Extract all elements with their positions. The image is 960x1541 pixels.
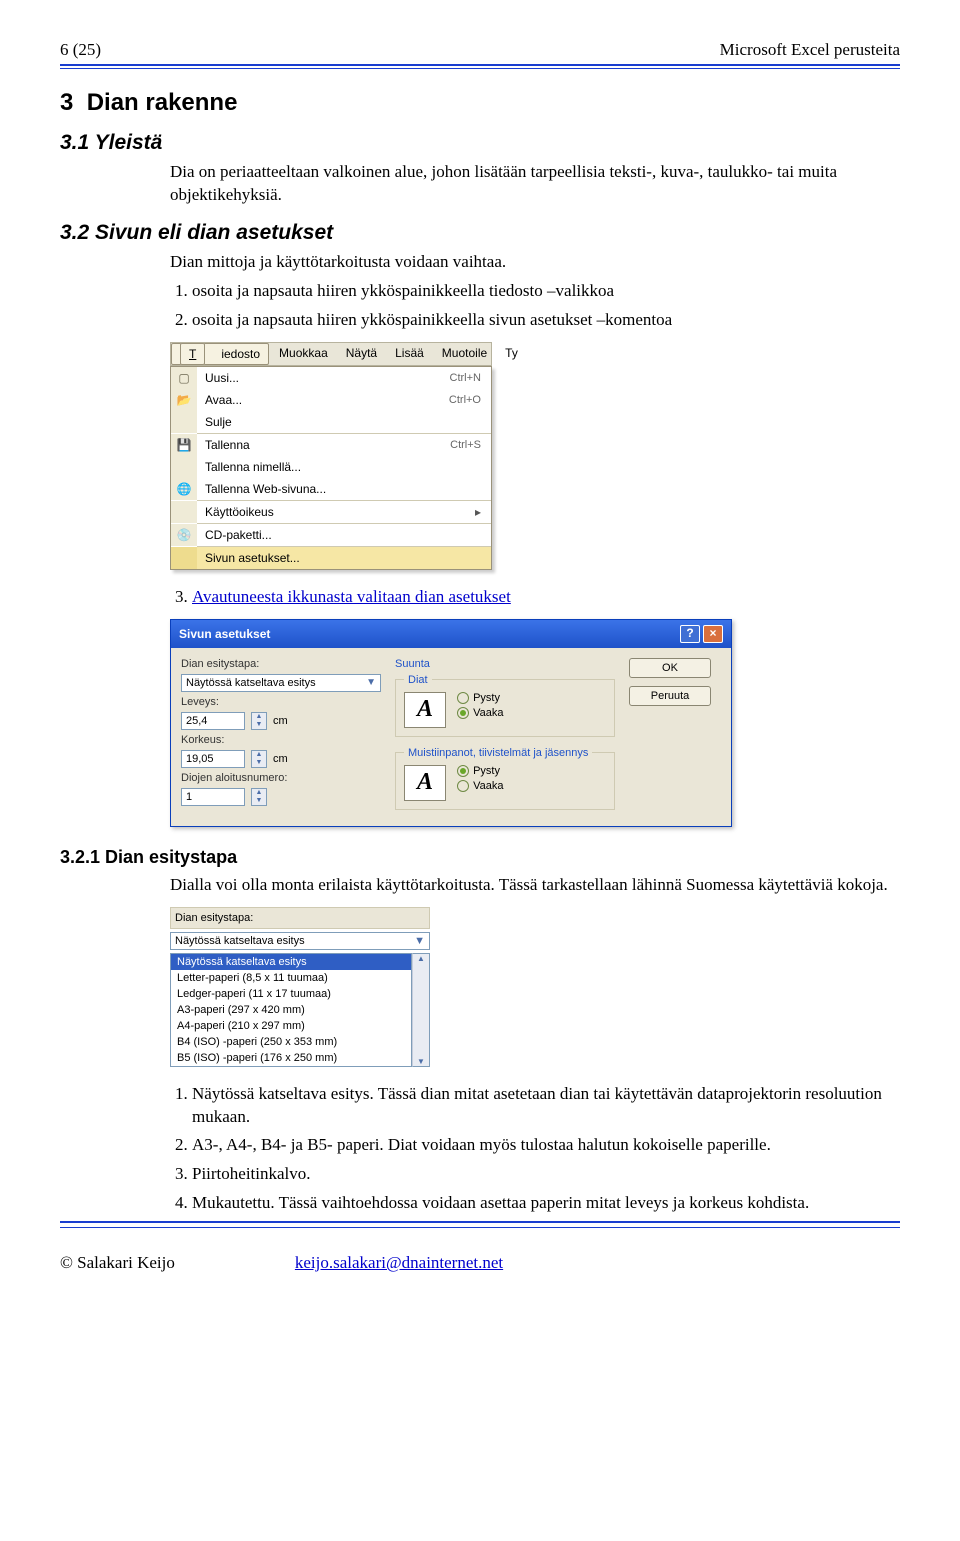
step-3: Avautuneesta ikkunasta valitaan dian ase…: [192, 586, 900, 609]
cd-icon: 💿: [171, 524, 197, 546]
new-doc-icon: ▢: [171, 367, 197, 389]
diat-vaaka-radio[interactable]: Vaaka: [457, 707, 503, 719]
blank-icon: [171, 547, 197, 569]
paragraph: Dialla voi olla monta erilaista käyttöta…: [170, 874, 900, 897]
aloitusnumero-input[interactable]: 1: [181, 788, 245, 806]
muisti-fieldset: Muistiinpanot, tiivistelmät ja jäsennys …: [395, 747, 615, 810]
footer-email-link[interactable]: keijo.salakari@dnainternet.net: [295, 1253, 503, 1273]
esitystapa-label: Dian esitystapa:: [170, 907, 430, 929]
cancel-button[interactable]: Peruuta: [629, 686, 711, 706]
suunta-label: Suunta: [395, 658, 615, 670]
subsection-3-2: 3.2 Sivun eli dian asetukset: [60, 221, 900, 245]
list-item[interactable]: B5 (ISO) -paperi (176 x 250 mm): [171, 1050, 411, 1066]
menu-item-avaa[interactable]: 📂 Avaa... Ctrl+O: [171, 389, 491, 411]
menu-item-sivun-asetukset[interactable]: Sivun asetukset...: [171, 547, 491, 569]
paragraph: Dia on periaatteeltaan valkoinen alue, j…: [170, 161, 900, 207]
leveys-spinner[interactable]: ▲▼: [251, 712, 267, 730]
menu-item-kayttooikeus[interactable]: Käyttöoikeus ▸: [171, 501, 491, 523]
chevron-down-icon: ▼: [366, 677, 376, 688]
menu-nayta[interactable]: Näytä: [338, 343, 385, 365]
aloitusnumero-spinner[interactable]: ▲▼: [251, 788, 267, 806]
menu-muotoile[interactable]: Muotoile: [434, 343, 495, 365]
list-item-4: Mukautettu. Tässä vaihtoehdossa voidaan …: [192, 1192, 900, 1215]
list-item[interactable]: A3-paperi (297 x 420 mm): [171, 1002, 411, 1018]
muisti-legend: Muistiinpanot, tiivistelmät ja jäsennys: [404, 747, 592, 759]
list-item[interactable]: Näytössä katseltava esitys: [171, 954, 411, 970]
esitystapa-label: Dian esitystapa:: [181, 658, 381, 670]
esitystapa-combo[interactable]: Näytössä katseltava esitys ▼: [181, 674, 381, 692]
file-menu-screenshot: Tiedosto Muokkaa Näytä Lisää Muotoile Ty…: [170, 342, 900, 570]
subsubsection-3-2-1: 3.2.1 Dian esitystapa: [60, 847, 900, 868]
open-icon: 📂: [171, 389, 197, 411]
esitystapa-selected[interactable]: Näytössä katseltava esitys ▼: [170, 932, 430, 950]
close-button[interactable]: ×: [703, 625, 723, 643]
aloitusnumero-label: Diojen aloitusnumero:: [181, 772, 381, 784]
footer-copyright: © Salakari Keijo: [60, 1253, 175, 1273]
page-setup-dialog: Sivun asetukset ? × Dian esitystapa: Näy…: [170, 619, 732, 827]
list-item[interactable]: Letter-paperi (8,5 x 11 tuumaa): [171, 970, 411, 986]
help-button[interactable]: ?: [680, 625, 700, 643]
list-item-1: Näytössä katseltava esitys. Tässä dian m…: [192, 1083, 900, 1129]
menu-item-uusi[interactable]: ▢ Uusi... Ctrl+N: [171, 367, 491, 389]
step-1: osoita ja napsauta hiiren ykköspainikkee…: [192, 280, 900, 303]
paragraph: Dian mittoja ja käyttötarkoitusta voidaa…: [170, 251, 900, 274]
menu-bar: Tiedosto Muokkaa Näytä Lisää Muotoile Ty: [170, 342, 492, 366]
step-3-link[interactable]: Avautuneesta ikkunasta valitaan dian ase…: [192, 587, 511, 606]
save-icon: 💾: [171, 434, 197, 456]
list-item-3: Piirtoheitinkalvo.: [192, 1163, 900, 1186]
scroll-down-icon: ▼: [417, 1057, 425, 1066]
menu-item-sulje[interactable]: Sulje: [171, 411, 491, 433]
diat-legend: Diat: [404, 674, 432, 686]
list-item[interactable]: A4-paperi (210 x 297 mm): [171, 1018, 411, 1034]
step-2: osoita ja napsauta hiiren ykköspainikkee…: [192, 309, 900, 332]
list-item-2: A3-, A4-, B4- ja B5- paperi. Diat voidaa…: [192, 1134, 900, 1157]
blank-icon: [171, 501, 197, 523]
orientation-preview-icon: A: [404, 692, 446, 728]
footer-rule-thin: [60, 1227, 900, 1228]
menu-tyokalut[interactable]: Ty: [497, 343, 526, 365]
list-item[interactable]: Ledger-paperi (11 x 17 tuumaa): [171, 986, 411, 1002]
list-item[interactable]: B4 (ISO) -paperi (250 x 353 mm): [171, 1034, 411, 1050]
menu-item-tallenna[interactable]: 💾 Tallenna Ctrl+S: [171, 434, 491, 456]
orientation-preview-icon: A: [404, 765, 446, 801]
unit-label: cm: [273, 753, 288, 765]
dialog-titlebar: Sivun asetukset ? ×: [171, 620, 731, 648]
header-rule-thin: [60, 68, 900, 69]
menu-item-tallenna-web[interactable]: 🌐 Tallenna Web-sivuna...: [171, 478, 491, 500]
korkeus-label: Korkeus:: [181, 734, 381, 746]
section-heading: 3 Dian rakenne: [60, 89, 900, 117]
muisti-pysty-radio[interactable]: Pysty: [457, 765, 503, 777]
ok-button[interactable]: OK: [629, 658, 711, 678]
korkeus-input[interactable]: 19,05: [181, 750, 245, 768]
scroll-up-icon: ▲: [417, 954, 425, 963]
subsection-3-1: 3.1 Yleistä: [60, 131, 900, 155]
diat-pysty-radio[interactable]: Pysty: [457, 692, 503, 704]
page-indicator: 6 (25): [60, 40, 101, 60]
submenu-arrow-icon: ▸: [475, 505, 491, 519]
footer-rule-thick: [60, 1221, 900, 1223]
file-menu-dropdown: ▢ Uusi... Ctrl+N 📂 Avaa... Ctrl+O Sulje …: [170, 366, 492, 570]
menu-tiedosto[interactable]: Tiedosto: [171, 343, 269, 365]
menu-item-tallenna-nimella[interactable]: Tallenna nimellä...: [171, 456, 491, 478]
korkeus-spinner[interactable]: ▲▼: [251, 750, 267, 768]
scrollbar[interactable]: ▲ ▼: [412, 953, 430, 1067]
menu-lisaa[interactable]: Lisää: [387, 343, 432, 365]
chevron-down-icon: ▼: [414, 935, 425, 947]
leveys-label: Leveys:: [181, 696, 381, 708]
muisti-vaaka-radio[interactable]: Vaaka: [457, 780, 503, 792]
diat-fieldset: Diat A Pysty Vaaka: [395, 674, 615, 737]
leveys-input[interactable]: 25,4: [181, 712, 245, 730]
unit-label: cm: [273, 715, 288, 727]
dialog-title: Sivun asetukset: [179, 627, 270, 641]
header-rule-thick: [60, 64, 900, 66]
esitystapa-list[interactable]: Näytössä katseltava esitys Letter-paperi…: [170, 953, 412, 1067]
web-icon: 🌐: [171, 478, 197, 500]
blank-icon: [171, 411, 197, 433]
menu-item-cd-paketti[interactable]: 💿 CD-paketti...: [171, 524, 491, 546]
esitystapa-dropdown-screenshot: Dian esitystapa: Näytössä katseltava esi…: [170, 907, 430, 1067]
menu-muokkaa[interactable]: Muokkaa: [271, 343, 336, 365]
blank-icon: [171, 456, 197, 478]
doc-title: Microsoft Excel perusteita: [720, 40, 900, 60]
